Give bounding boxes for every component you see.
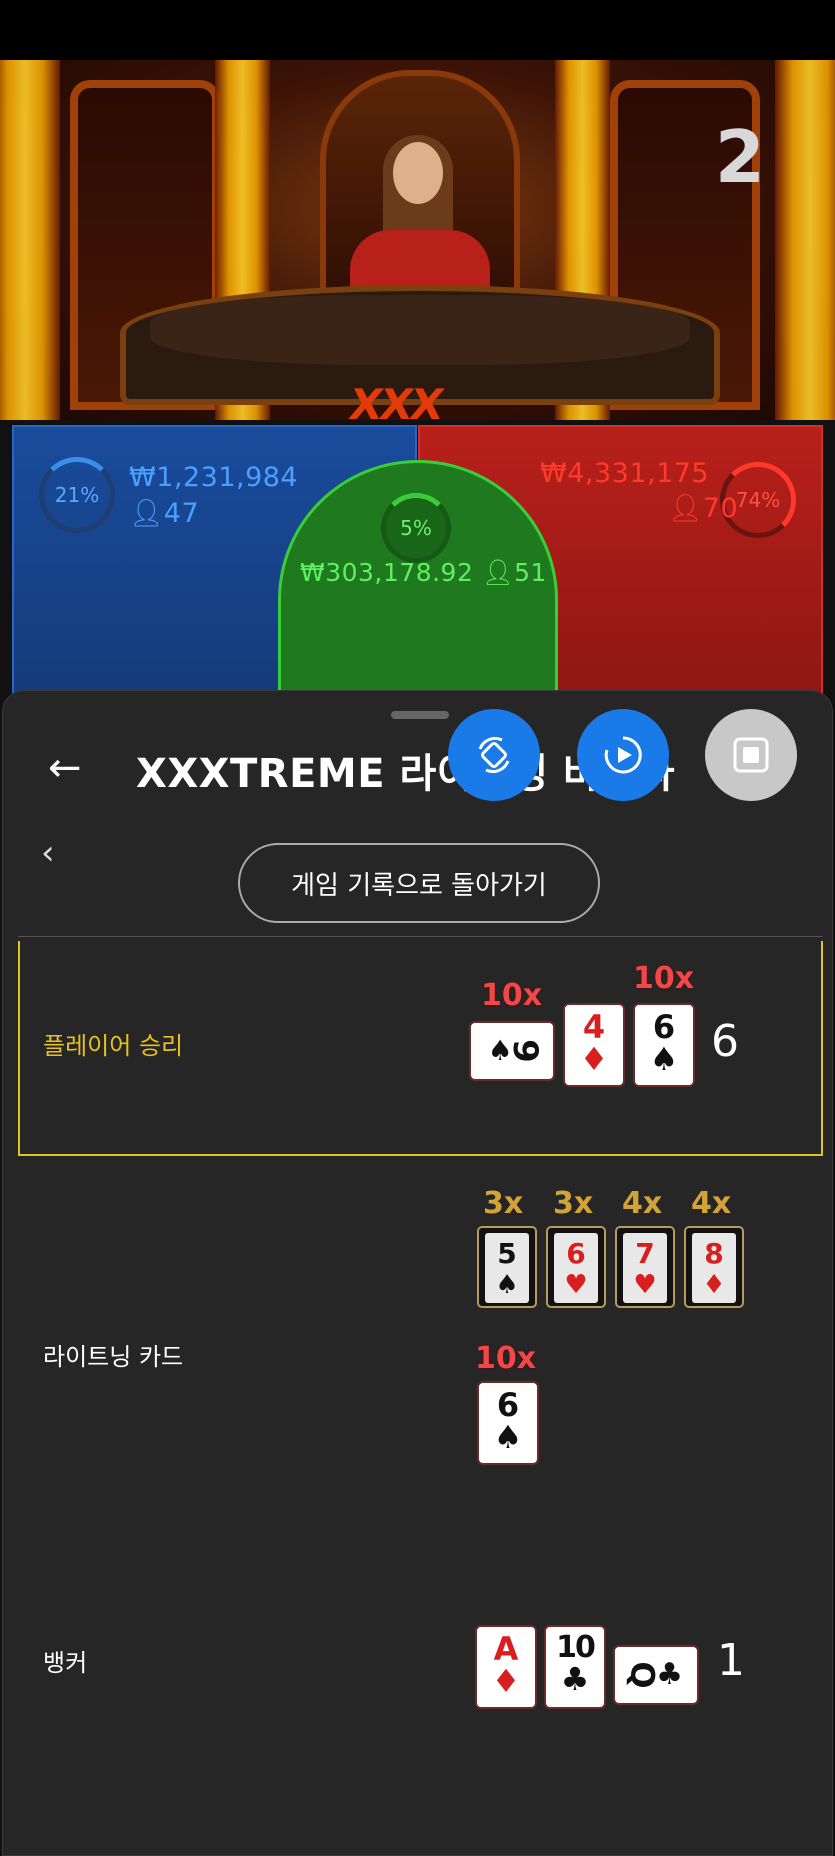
live-video: XXX 2 <box>0 60 835 430</box>
chevron-left-icon[interactable]: ‹ <box>41 833 55 873</box>
card-suit: ♥ <box>564 1270 588 1300</box>
card-rank: 4 <box>582 1008 606 1046</box>
banker-percent: 74% <box>735 488 781 512</box>
lightning-cards-label: 라이트닝 카드 <box>43 1343 184 1371</box>
tie-amount-value: ₩303,178.92 <box>300 558 474 587</box>
multiplier-label: 10x <box>633 961 695 996</box>
card-rank: 10 <box>556 1630 596 1665</box>
rotate-icon <box>478 736 510 774</box>
dealer-head <box>393 142 443 204</box>
player-percent-ring: 21% <box>39 457 115 533</box>
player-bet-amount: ₩1,231,984 <box>129 462 299 493</box>
multiplier-label: 10x <box>475 1341 537 1376</box>
banker-card-3: Q ♣ <box>613 1645 699 1705</box>
card-suit: ♠ <box>493 1418 523 1456</box>
card-rank: 6 <box>496 1386 520 1424</box>
game-history-sheet: ← XXXTREME 라이트닝 바카라 ‹ 게임 기록으로 돌아가기 플레이어 … <box>2 690 833 1856</box>
card-suit: ♦ <box>579 1040 609 1078</box>
tie-percent: 5% <box>400 516 432 540</box>
card-suit: ♦ <box>491 1662 521 1700</box>
round-number: 2 <box>714 115 765 199</box>
card-suit: ♥ <box>633 1270 657 1300</box>
banker-card-2: 10 ♣ <box>544 1625 606 1709</box>
card-rank: Q <box>623 1661 662 1689</box>
screen-record-button[interactable] <box>577 709 669 801</box>
card-rank: 7 <box>635 1237 655 1270</box>
player-card-2: 4 ♦ <box>563 1003 625 1087</box>
stop-icon <box>733 737 769 773</box>
betting-area: 21% ₩1,231,984 👤︎47 74% ₩4,331,175 👤︎70 … <box>0 420 835 730</box>
lightning-card-3: 7 ♥ <box>615 1226 675 1308</box>
player-count-value: 47 <box>163 498 200 529</box>
banker-bet-amount: ₩4,331,175 <box>540 458 710 489</box>
player-card-1: ♠ 9 <box>469 1021 555 1081</box>
tie-count-value: 51 <box>514 558 547 587</box>
multiplier-label: 3x <box>553 1186 594 1221</box>
person-icon: 👤︎ <box>129 498 164 529</box>
lightning-card-1: 5 ♠ <box>477 1226 537 1308</box>
app-screen: XXX 2 21% ₩1,231,984 👤︎47 74% ₩4,331,175… <box>0 0 835 1856</box>
lightning-card-2: 6 ♥ <box>546 1226 606 1308</box>
card-rank: 6 <box>652 1008 676 1046</box>
stop-button[interactable] <box>705 709 797 801</box>
banker-count-value: 70 <box>702 493 739 524</box>
table-felt <box>150 295 690 365</box>
multiplier-label: 4x <box>622 1186 663 1221</box>
lightning-extra-card: 6 ♠ <box>477 1381 539 1465</box>
tie-percent-ring: 5% <box>381 493 451 563</box>
status-bar <box>0 0 835 60</box>
pillar-decoration <box>0 60 60 430</box>
player-percent: 21% <box>54 483 100 507</box>
card-suit: ♠ <box>495 1270 519 1300</box>
multiplier-label: 10x <box>481 978 543 1013</box>
card-suit: ♣ <box>560 1660 590 1698</box>
player-card-3: 6 ♠ <box>633 1003 695 1087</box>
divider <box>18 936 823 937</box>
banker-card-1: A ♦ <box>475 1625 537 1709</box>
card-rank: 6 <box>566 1237 586 1270</box>
back-to-history-button[interactable]: 게임 기록으로 돌아가기 <box>238 843 600 923</box>
person-icon: 👤︎ <box>481 558 515 587</box>
multiplier-label: 4x <box>691 1186 732 1221</box>
screen-record-icon <box>604 736 642 774</box>
rotate-button[interactable] <box>448 709 540 801</box>
card-rank: A <box>493 1630 519 1668</box>
card-rank: 5 <box>497 1237 517 1270</box>
card-suit: ♠ <box>649 1040 679 1078</box>
person-icon: 👤︎ <box>668 493 703 524</box>
banker-score: 1 <box>717 1635 745 1686</box>
arrow-left-icon[interactable]: ← <box>48 743 98 793</box>
pillar-decoration <box>775 60 835 430</box>
multiplier-label: 3x <box>483 1186 524 1221</box>
banker-bettor-count: 👤︎70 <box>668 492 738 524</box>
tie-bet-amount: ₩303,178.92 👤︎51 <box>300 558 547 588</box>
card-suit: ♦ <box>702 1270 726 1300</box>
card-rank: 8 <box>704 1237 724 1270</box>
banker-label: 뱅커 <box>43 1649 88 1677</box>
player-win-label: 플레이어 승리 <box>43 1032 184 1060</box>
card-rank: 9 <box>504 1039 545 1063</box>
player-bettor-count: 👤︎47 <box>129 497 199 529</box>
player-score: 6 <box>711 1016 739 1067</box>
lightning-card-4: 8 ♦ <box>684 1226 744 1308</box>
sheet-drag-handle[interactable] <box>391 711 449 719</box>
